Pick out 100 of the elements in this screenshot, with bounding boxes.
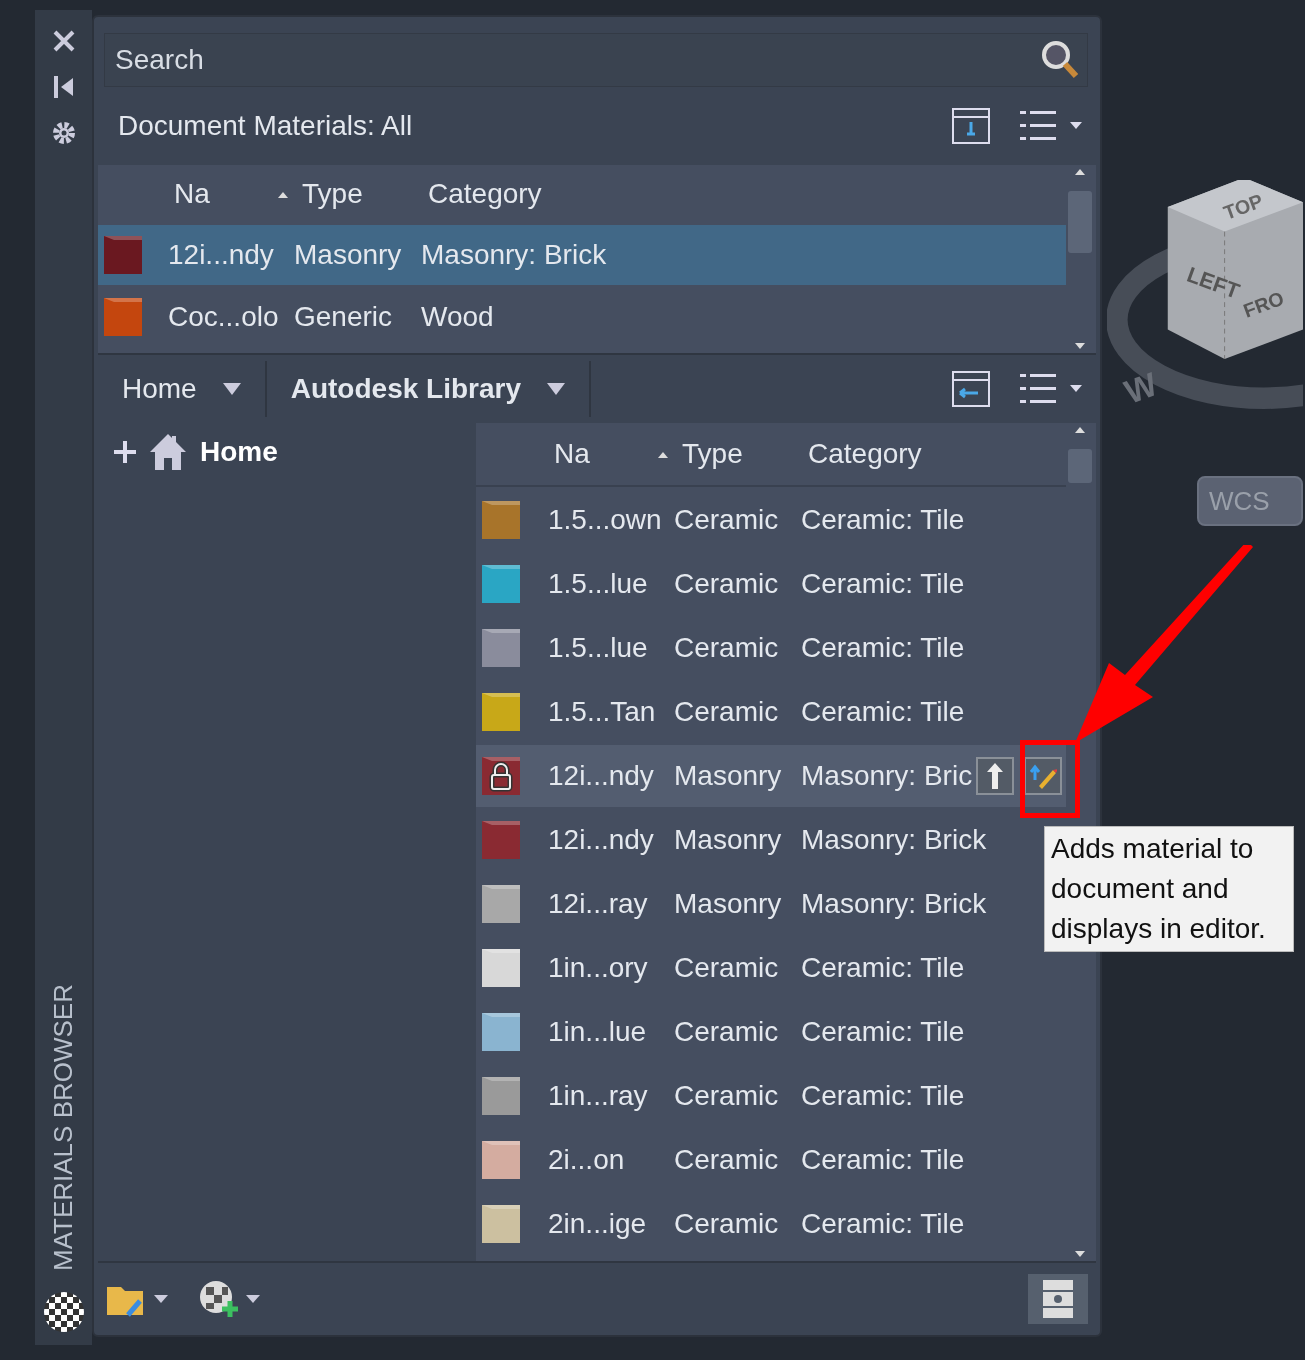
- material-name: 1.5...lue: [548, 632, 649, 664]
- material-type: Ceramic: [674, 1144, 780, 1176]
- material-category: Ceramic: Tile: [801, 504, 966, 536]
- material-row[interactable]: 1.5...Tan Ceramic Ceramic: Tile: [476, 681, 1034, 743]
- column-header[interactable]: Category: [428, 178, 1096, 210]
- material-row[interactable]: 12i...ndy Masonry Masonry: Brick: [98, 225, 1066, 285]
- material-row[interactable]: 2in...ige Ceramic Ceramic: Tile: [476, 1193, 1034, 1255]
- material-type: Ceramic: [674, 1016, 780, 1048]
- material-name: 2in...ige: [548, 1208, 648, 1240]
- scroll-up-icon[interactable]: [1075, 427, 1085, 433]
- material-name: 12i...ray: [548, 888, 649, 920]
- material-type: Ceramic: [674, 1208, 780, 1240]
- material-category: Ceramic: Tile: [801, 1144, 966, 1176]
- material-type: Ceramic: [674, 952, 780, 984]
- material-row[interactable]: 1.5...lue Ceramic Ceramic: Tile: [476, 617, 1034, 679]
- material-type: Masonry: [674, 760, 783, 792]
- column-header[interactable]: Na: [554, 438, 652, 470]
- library-tab[interactable]: Autodesk Library: [266, 361, 591, 417]
- material-name: 12i...ndy: [168, 239, 275, 271]
- material-category: Masonry: Bric: [801, 760, 974, 792]
- section-title: Document Materials: All: [118, 110, 414, 142]
- material-row[interactable]: 1in...ory Ceramic Ceramic: Tile: [476, 937, 1034, 999]
- material-type: Ceramic: [674, 568, 780, 600]
- material-name: Coc...olo: [168, 301, 280, 333]
- material-category: Ceramic: Tile: [801, 568, 966, 600]
- material-row[interactable]: 12i...ray Masonry Masonry: Brick: [476, 873, 1034, 935]
- material-category: Ceramic: Tile: [801, 952, 966, 984]
- checker-sphere-plus-icon: [198, 1279, 240, 1319]
- dropdown-caret-icon: [246, 1295, 260, 1303]
- column-header[interactable]: Category: [808, 438, 1066, 470]
- panel-layout-icon[interactable]: [952, 371, 990, 407]
- cube-face-label: LEFT: [1183, 261, 1243, 304]
- column-header[interactable]: Type: [682, 438, 808, 470]
- scroll-up-icon[interactable]: [1075, 169, 1085, 175]
- material-row[interactable]: 1.5...own Ceramic Ceramic: Tile: [476, 489, 1034, 551]
- material-name: 1in...ory: [548, 952, 649, 984]
- material-type: Ceramic: [674, 504, 780, 536]
- cube-face-label: FRO: [1240, 286, 1287, 322]
- material-name: 1.5...Tan: [548, 696, 657, 728]
- material-editor-button[interactable]: [1028, 1274, 1088, 1324]
- material-name: 2i...on: [548, 1144, 626, 1176]
- scroll-down-icon[interactable]: [1075, 1251, 1085, 1257]
- sort-arrow-icon: [278, 192, 288, 198]
- material-row[interactable]: 2i...on Ceramic Ceramic: Tile: [476, 1129, 1034, 1191]
- pencil-icon: [1029, 762, 1057, 790]
- panel-layout-icon[interactable]: [952, 108, 990, 144]
- replace-button[interactable]: [976, 757, 1014, 795]
- tree-item[interactable]: Home: [108, 431, 284, 473]
- material-row[interactable]: 1.5...lue Ceramic Ceramic: Tile: [476, 553, 1034, 615]
- material-row[interactable]: 12i...ndy Masonry Masonry: Brick: [476, 809, 1034, 871]
- scrollbar-thumb[interactable]: [1068, 449, 1092, 483]
- library-tab[interactable]: Home: [98, 361, 267, 417]
- material-type: Ceramic: [674, 696, 780, 728]
- material-row[interactable]: 1in...lue Ceramic Ceramic: Tile: [476, 1001, 1034, 1063]
- compass-label: W: [1119, 365, 1162, 411]
- material-category: Masonry: Brick: [801, 824, 988, 856]
- material-name: 1.5...lue: [548, 568, 649, 600]
- material-category: Ceramic: Tile: [801, 1080, 966, 1112]
- material-category: Masonry: Brick: [421, 239, 608, 271]
- search-field[interactable]: Search: [104, 33, 1088, 87]
- material-type: Masonry: [294, 239, 403, 271]
- material-row[interactable]: 1in...ray Ceramic Ceramic: Tile: [476, 1065, 1034, 1127]
- column-header[interactable]: Type: [302, 178, 428, 210]
- panel-title: MATERIALS BROWSER: [48, 984, 79, 1271]
- material-name: 1in...ray: [548, 1080, 649, 1112]
- dropdown-caret-icon[interactable]: [222, 383, 241, 395]
- material-name: 12i...ndy: [548, 824, 655, 856]
- material-category: Ceramic: Tile: [801, 1208, 966, 1240]
- material-type: Masonry: [674, 888, 783, 920]
- house-icon: [148, 432, 188, 472]
- scroll-down-icon[interactable]: [1075, 343, 1085, 349]
- material-category: Masonry: Brick: [801, 888, 988, 920]
- material-category: Ceramic: Tile: [801, 632, 966, 664]
- scrollbar-thumb[interactable]: [1068, 191, 1092, 253]
- material-category: Ceramic: Tile: [801, 1016, 966, 1048]
- material-row[interactable]: 12i...ndy Masonry Masonry: Bric: [476, 745, 1066, 807]
- checker-sphere-icon: [42, 1291, 85, 1333]
- sort-arrow-icon: [658, 452, 668, 458]
- expand-icon[interactable]: [114, 441, 136, 463]
- up-arrow-icon: [985, 763, 1005, 789]
- search-icon[interactable]: [1040, 40, 1080, 80]
- material-category: Ceramic: Tile: [801, 696, 966, 728]
- settings-icon[interactable]: [50, 120, 77, 146]
- create-material-button[interactable]: [198, 1279, 260, 1319]
- material-category: Wood: [421, 301, 495, 333]
- tooltip: Adds material to document and displays in editor.: [1044, 826, 1294, 952]
- material-name: 1.5...own: [548, 504, 663, 536]
- dropdown-caret-icon: [154, 1295, 168, 1303]
- material-row[interactable]: Coc...olo Generic Wood: [98, 287, 1066, 347]
- material-type: Masonry: [674, 824, 783, 856]
- column-header[interactable]: Na: [174, 178, 272, 210]
- material-type: Ceramic: [674, 1080, 780, 1112]
- material-type: Ceramic: [674, 632, 780, 664]
- dropdown-caret-icon[interactable]: [547, 383, 565, 395]
- material-type: Generic: [294, 301, 394, 333]
- material-name: 12i...ndy: [548, 760, 655, 792]
- material-name: 1in...lue: [548, 1016, 648, 1048]
- view-cube-drawing[interactable]: [1167, 180, 1303, 360]
- cube-face-label: TOP: [1220, 189, 1266, 224]
- add-to-editor-button[interactable]: [1024, 757, 1062, 795]
